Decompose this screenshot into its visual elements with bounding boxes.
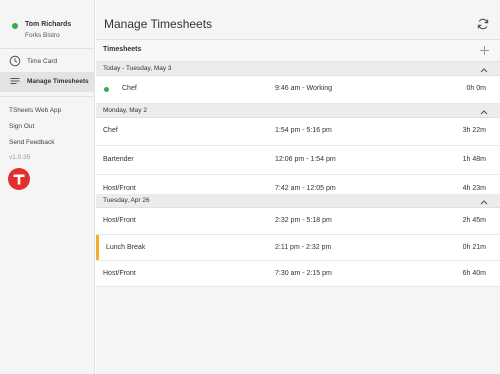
timesheet-row[interactable]: Bartender 12:06 pm - 1:54 pm 1h 48m <box>96 146 500 175</box>
time-range: 2:11 pm - 2:32 pm <box>275 244 332 251</box>
user-name: Tom Richards <box>25 21 72 28</box>
timesheets-title: Timesheets <box>103 46 142 53</box>
group-header-tuesday[interactable]: Tuesday, Apr 26 <box>96 194 500 208</box>
group-title: Today - Tuesday, May 3 <box>103 65 172 72</box>
duration: 4h 23m <box>463 185 486 192</box>
duration-minutes: 23m <box>472 185 486 192</box>
page-header: Manage Timesheets <box>96 8 500 40</box>
divider <box>0 96 95 97</box>
duration: 0h 0m <box>467 85 486 92</box>
job-name: Host/Front <box>103 185 136 192</box>
duration: 2h 45m <box>463 217 486 224</box>
duration: 6h 40m <box>463 270 486 277</box>
duration-hours: 2h <box>462 217 471 224</box>
job-name: Bartender <box>103 156 134 163</box>
empty-area <box>96 287 500 374</box>
duration-hours: 3h <box>462 127 471 134</box>
group-header-today[interactable]: Today - Tuesday, May 3 <box>96 62 500 76</box>
send-feedback-link[interactable]: Send Feedback <box>9 139 55 146</box>
duration-minutes: 0m <box>476 85 486 92</box>
timesheet-row[interactable]: Host/Front 2:32 pm - 5:18 pm 2h 45m <box>96 208 500 235</box>
duration: 1h 48m <box>463 156 486 163</box>
duration-minutes: 45m <box>472 217 486 224</box>
list-icon <box>9 75 21 87</box>
time-range: 12:06 pm - 1:54 pm <box>275 156 336 163</box>
job-name: Lunch Break <box>106 244 146 251</box>
duration-minutes: 22m <box>472 127 486 134</box>
user-profile: Tom Richards Forks Bistro <box>0 20 95 46</box>
time-range: 9:46 am - Working <box>275 85 333 92</box>
duration: 3h 22m <box>463 127 486 134</box>
job-name: Host/Front <box>103 270 136 277</box>
logo-t-icon <box>13 174 25 185</box>
duration-hours: 0h <box>462 244 471 251</box>
status-indicator-icon <box>12 23 18 29</box>
group-title: Tuesday, Apr 26 <box>103 197 150 204</box>
job-name: Host/Front <box>103 217 136 224</box>
chevron-up-icon <box>480 198 488 205</box>
duration-hours: 6h <box>462 270 471 277</box>
group-title: Monday, May 2 <box>103 107 147 114</box>
working-status-icon <box>104 87 109 92</box>
plus-icon[interactable] <box>479 45 490 56</box>
timesheet-row[interactable]: Chef 9:46 am - Working 0h 0m <box>96 76 500 104</box>
nav-item-manage-timesheets[interactable]: Manage Timesheets <box>0 72 95 92</box>
chevron-up-icon <box>480 66 488 73</box>
nav-item-time-card[interactable]: Time Card <box>0 52 95 72</box>
sign-out-link[interactable]: Sign Out <box>9 123 34 130</box>
break-indicator <box>96 235 99 260</box>
timesheet-row[interactable]: Host/Front 7:30 am - 2:15 pm 6h 40m <box>96 261 500 287</box>
group-header-monday[interactable]: Monday, May 2 <box>96 104 500 118</box>
timesheet-row[interactable]: Chef 1:54 pm - 5:16 pm 3h 22m <box>96 118 500 146</box>
job-name: Chef <box>103 127 118 134</box>
sidebar: Tom Richards Forks Bistro Time Card Mana… <box>0 0 95 374</box>
duration-minutes: 40m <box>472 270 486 277</box>
time-range: 7:42 am - 12:05 pm <box>275 185 336 192</box>
duration: 0h 21m <box>463 244 486 251</box>
time-range: 2:32 pm - 5:18 pm <box>275 217 332 224</box>
timesheets-panel: Timesheets Today - Tuesday, May 3 Chef 9… <box>96 40 500 374</box>
duration-hours: 0h <box>466 85 475 92</box>
clock-icon <box>9 55 21 67</box>
duration-hours: 4h <box>462 185 471 192</box>
duration-hours: 1h <box>462 156 471 163</box>
nav-item-label: Manage Timesheets <box>27 78 89 85</box>
time-range: 7:30 am - 2:15 pm <box>275 270 332 277</box>
chevron-up-icon <box>480 108 488 115</box>
duration-minutes: 21m <box>472 244 486 251</box>
app-version: v1.0.35 <box>9 154 31 161</box>
timesheets-header: Timesheets <box>96 40 500 62</box>
refresh-icon[interactable] <box>476 17 490 31</box>
page-title: Manage Timesheets <box>104 17 213 31</box>
company-name: Forks Bistro <box>25 32 60 39</box>
main-panel: Manage Timesheets Timesheets Today - Tue… <box>96 0 500 374</box>
timesheet-row[interactable]: Lunch Break 2:11 pm - 2:32 pm 0h 21m <box>96 235 500 261</box>
web-app-link[interactable]: TSheets Web App <box>9 107 61 114</box>
job-name: Chef <box>122 85 137 92</box>
duration-minutes: 48m <box>472 156 486 163</box>
time-range: 1:54 pm - 5:16 pm <box>275 127 332 134</box>
nav-item-label: Time Card <box>27 58 58 65</box>
tsheets-logo <box>8 168 30 190</box>
divider <box>0 48 95 49</box>
